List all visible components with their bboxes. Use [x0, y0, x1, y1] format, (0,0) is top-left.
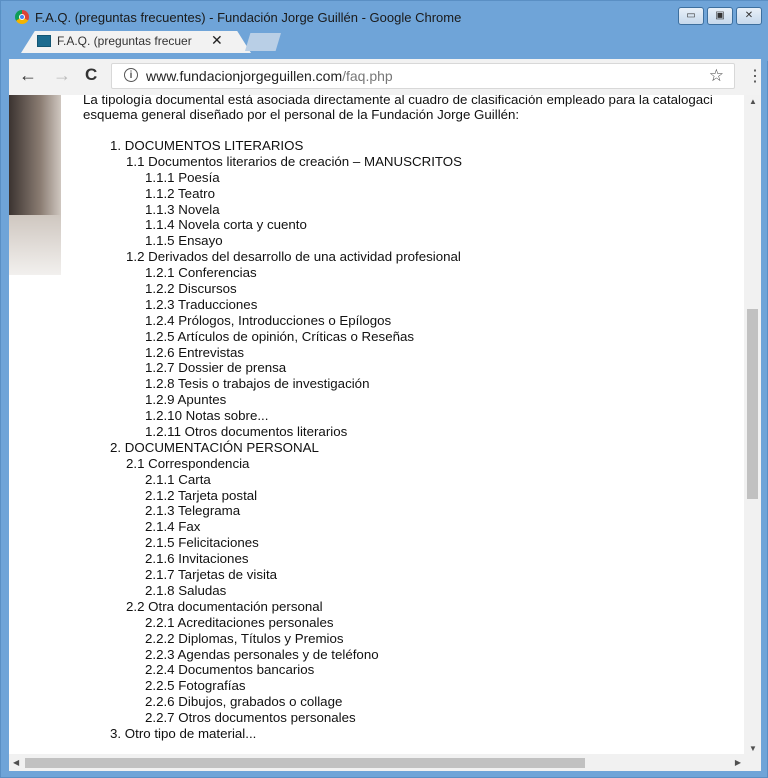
site-favicon-icon	[37, 35, 51, 47]
page-viewport: La tipología documental está asociada di…	[9, 95, 761, 771]
tab-title: F.A.Q. (preguntas frecuer	[57, 34, 192, 48]
list-item: 1.1.3 Novela	[145, 201, 220, 217]
list-item: 2.2.3 Agendas personales y de teléfono	[145, 646, 379, 662]
horizontal-scroll-thumb[interactable]	[25, 758, 585, 768]
list-item: 1.2.4 Prólogos, Introducciones o Epílogo…	[145, 312, 392, 328]
url-path: /faq.php	[342, 68, 393, 84]
subsection-item: 1.1 Documentos literarios de creación – …	[126, 153, 462, 169]
list-item: 1.1.5 Ensayo	[145, 233, 223, 249]
minimize-button[interactable]: ▭	[678, 7, 704, 25]
close-button[interactable]: ✕	[736, 7, 762, 25]
window-title: F.A.Q. (preguntas frecuentes) - Fundació…	[35, 10, 462, 25]
title-bar: F.A.Q. (preguntas frecuentes) - Fundació…	[1, 1, 768, 33]
section-heading: 1. DOCUMENTOS LITERARIOS	[110, 138, 304, 153]
list-item: 2.2.2 Diplomas, Títulos y Premios	[145, 630, 344, 646]
list-item: 2.2.5 Fotografías	[145, 678, 246, 694]
new-tab-button[interactable]	[245, 33, 281, 51]
subsection-item: 2.1 Correspondencia	[126, 455, 250, 471]
intro-line-1: La tipología documental está asociada di…	[83, 95, 713, 107]
vertical-scroll-thumb[interactable]	[747, 309, 758, 499]
tab-close-icon[interactable]: ✕	[211, 32, 223, 49]
vertical-scrollbar[interactable]: ▲ ▼	[744, 95, 761, 755]
list-item: 2.2.4 Documentos bancarios	[145, 662, 315, 678]
list-item: 1.1.2 Teatro	[145, 185, 215, 201]
page-content: La tipología documental está asociada di…	[9, 95, 747, 755]
maximize-button[interactable]: ▣	[707, 7, 733, 25]
list-item: 1.2.6 Entrevistas	[145, 344, 245, 360]
list-item: 2.1.5 Felicitaciones	[145, 535, 259, 551]
list-item: 1.2.3 Traducciones	[145, 296, 258, 312]
url-text: www.fundacionjorgeguillen.com/faq.php	[146, 68, 393, 84]
scroll-down-arrow-icon[interactable]: ▼	[749, 744, 757, 753]
scroll-right-arrow-icon[interactable]: ▶	[735, 758, 741, 767]
classification-list: 1. DOCUMENTOS LITERARIOS 1.1 Documentos l…	[9, 138, 462, 742]
scroll-left-arrow-icon[interactable]: ◀	[13, 758, 19, 767]
list-item: 1.2.1 Conferencias	[145, 265, 257, 281]
list-item: 2.1.2 Tarjeta postal	[145, 487, 258, 503]
list-item: 2.2.1 Acreditaciones personales	[145, 614, 334, 630]
browser-window: F.A.Q. (preguntas frecuentes) - Fundació…	[0, 0, 768, 778]
list-item: 1.1.4 Novela corta y cuento	[145, 217, 307, 233]
list-item: 1.2.7 Dossier de prensa	[145, 360, 287, 376]
section-heading: 3. Otro tipo de material...	[110, 725, 257, 741]
info-icon[interactable]: i	[124, 68, 138, 82]
list-item: 1.2.11 Otros documentos literarios	[145, 424, 348, 440]
list-item: 1.2.8 Tesis o trabajos de investigación	[145, 376, 370, 392]
url-host: www.fundacionjorgeguillen.com	[146, 68, 343, 84]
chrome-logo-icon	[15, 10, 29, 24]
list-item: 2.2.6 Dibujos, grabados o collage	[145, 694, 343, 710]
scroll-up-arrow-icon[interactable]: ▲	[749, 97, 757, 106]
list-item: 2.1.8 Saludas	[145, 582, 227, 598]
list-item: 1.2.5 Artículos de opinión, Críticas o R…	[145, 328, 415, 344]
forward-arrow-icon[interactable]: →	[53, 65, 71, 86]
bookmark-star-icon[interactable]: ☆	[709, 66, 724, 86]
list-item: 2.1.4 Fax	[145, 519, 201, 535]
list-item: 1.1.1 Poesía	[145, 169, 220, 185]
subsection-item: 2.2 Otra documentación personal	[126, 598, 323, 614]
list-item: 2.1.6 Invitaciones	[145, 551, 249, 567]
list-item: 2.1.7 Tarjetas de visita	[145, 567, 278, 583]
list-item: 2.2.7 Otros documentos personales	[145, 710, 356, 726]
address-bar[interactable]: i www.fundacionjorgeguillen.com/faq.php …	[111, 63, 735, 89]
tab-strip: F.A.Q. (preguntas frecuer ✕	[1, 31, 768, 61]
back-arrow-icon[interactable]: ←	[19, 65, 37, 86]
intro-paragraph: La tipología documental está asociada di…	[83, 95, 747, 122]
section-heading: 2. DOCUMENTACIÓN PERSONAL	[110, 439, 319, 455]
list-item: 2.1.3 Telegrama	[145, 503, 241, 519]
list-item: 2.1.1 Carta	[145, 471, 211, 487]
horizontal-scrollbar[interactable]: ◀ ▶	[9, 754, 761, 771]
list-item: 1.2.2 Discursos	[145, 281, 237, 297]
browser-toolbar: ← → C i www.fundacionjorgeguillen.com/fa…	[9, 59, 763, 95]
reload-icon[interactable]: C	[85, 65, 97, 85]
list-item: 1.2.10 Notas sobre...	[145, 408, 269, 424]
menu-dots-icon[interactable]: ⋮	[747, 66, 763, 86]
list-item: 1.2.9 Apuntes	[145, 392, 227, 408]
subsection-item: 1.2 Derivados del desarrollo de una acti…	[126, 249, 461, 265]
intro-line-2: esquema general diseñado por el personal…	[83, 107, 520, 122]
